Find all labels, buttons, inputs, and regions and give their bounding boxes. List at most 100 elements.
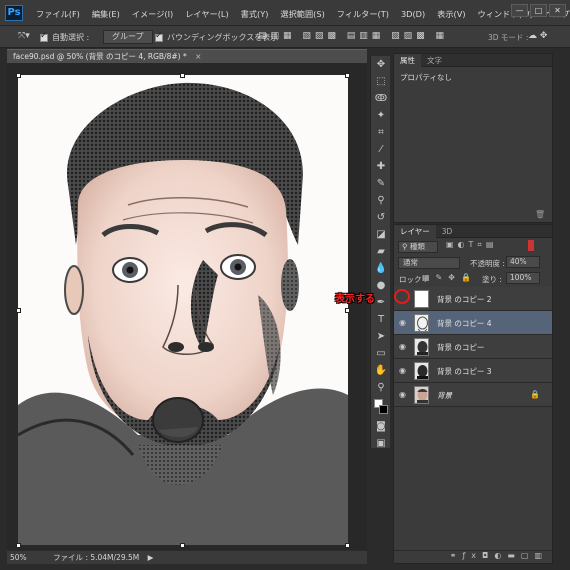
layer-filter-dropdown[interactable]: ⚲ 種類 xyxy=(398,241,438,253)
new-layer-icon[interactable]: ▢ xyxy=(521,551,535,560)
menu-view[interactable]: 表示(V) xyxy=(437,9,465,19)
type-tool-icon[interactable]: T xyxy=(371,311,391,328)
screen-mode-icon[interactable]: ▣ xyxy=(371,435,391,452)
close-tab-icon[interactable]: × xyxy=(195,52,201,61)
auto-select-checkbox[interactable] xyxy=(40,31,51,42)
layers-footer: ⚭ƒx◘◐▬▢▥ xyxy=(394,550,552,563)
hand-tool-icon[interactable]: ✋ xyxy=(371,362,391,379)
move-tool-icon[interactable]: ⤧▾ xyxy=(18,31,30,41)
canvas-image[interactable] xyxy=(18,75,348,545)
search-icon: ⚲ xyxy=(402,242,408,251)
menu-3d[interactable]: 3D(D) xyxy=(401,9,425,19)
menu-select[interactable]: 選択範囲(S) xyxy=(280,9,324,19)
tab-layers[interactable]: レイヤー xyxy=(394,225,436,238)
layers-tabs: レイヤー 3D xyxy=(394,225,552,238)
clone-stamp-icon[interactable]: ⚲ xyxy=(371,192,391,209)
marquee-tool-icon[interactable]: ⬚ xyxy=(371,73,391,90)
layer-name: 背景 のコピー 3 xyxy=(437,367,492,376)
trash-icon[interactable]: ▥ xyxy=(534,551,548,560)
tab-properties[interactable]: 属性 xyxy=(394,54,421,67)
status-arrow-icon[interactable]: ▶ xyxy=(148,553,154,562)
eye-icon[interactable]: ◉ xyxy=(399,319,409,327)
trash-icon[interactable]: 🗑 xyxy=(535,210,545,219)
tab-character[interactable]: 文字 xyxy=(421,54,448,67)
tools-panel: ✥ ⬚ ↂ ✦ ⌗ ⁄ ✚ ✎ ⚲ ↺ ◪ ▰ 💧 ● ✒ T ➤ ▭ ✋ ⚲ … xyxy=(370,56,391,449)
crop-tool-icon[interactable]: ⌗ xyxy=(371,124,391,141)
layer-row-selected[interactable]: ◉ 背景 のコピー 4 xyxy=(394,311,552,335)
align-icons[interactable]: ▤▥▦ ▧▨▩ ▤▥▦ ▧▨▩ ▦ xyxy=(258,31,448,41)
annotation-circle xyxy=(394,289,410,304)
transform-handle[interactable] xyxy=(16,73,21,78)
maximize-button[interactable]: □ xyxy=(530,4,547,17)
layer-name: 背景 のコピー 2 xyxy=(437,295,492,304)
menu-image[interactable]: イメージ(I) xyxy=(132,9,173,19)
adjustment-icon[interactable]: ◐ xyxy=(494,551,507,560)
eyedropper-icon[interactable]: ⁄ xyxy=(371,141,391,158)
layer-filter-icons[interactable]: ▣◐T⌗▤ xyxy=(446,240,498,250)
properties-content: プロパティなし xyxy=(400,73,453,82)
auto-select-dropdown[interactable]: グループ xyxy=(103,30,153,44)
menu-edit[interactable]: 編集(E) xyxy=(92,9,120,19)
blend-mode-dropdown[interactable]: 通常 xyxy=(398,257,460,269)
mask-icon[interactable]: ◘ xyxy=(482,551,494,560)
eye-icon[interactable]: ◉ xyxy=(399,391,409,399)
transform-handle[interactable] xyxy=(16,308,21,313)
filter-toggle[interactable] xyxy=(528,240,534,251)
transform-handle[interactable] xyxy=(345,308,350,313)
color-swatches[interactable] xyxy=(371,396,391,418)
eye-icon[interactable]: ◉ xyxy=(399,343,409,351)
menu-filter[interactable]: フィルター(T) xyxy=(337,9,389,19)
transform-handle[interactable] xyxy=(345,73,350,78)
opacity-label: 不透明度 : xyxy=(470,259,505,268)
layer-row[interactable]: ◉ 背景 のコピー xyxy=(394,335,552,359)
zoom-tool-icon[interactable]: ⚲ xyxy=(371,379,391,396)
minimize-button[interactable]: — xyxy=(511,4,528,17)
menu-file[interactable]: ファイル(F) xyxy=(36,9,80,19)
transform-handle[interactable] xyxy=(180,543,185,548)
quick-mask-icon[interactable]: ◙ xyxy=(371,418,391,435)
bounding-box-checkbox[interactable] xyxy=(155,31,166,42)
magic-wand-icon[interactable]: ✦ xyxy=(371,107,391,124)
tab-3d[interactable]: 3D xyxy=(436,225,459,238)
fx-icon[interactable]: ƒx xyxy=(462,551,482,560)
close-button[interactable]: ✕ xyxy=(549,4,566,17)
menu-type[interactable]: 書式(Y) xyxy=(241,9,269,19)
comic-face-artwork xyxy=(18,82,348,545)
3d-mode-label: 3D モード : xyxy=(488,33,529,42)
layer-row[interactable]: ◉ 背景 のコピー 3 xyxy=(394,359,552,383)
menu-layer[interactable]: レイヤー(L) xyxy=(185,9,228,19)
history-brush-icon[interactable]: ↺ xyxy=(371,209,391,226)
gradient-tool-icon[interactable]: ▰ xyxy=(371,243,391,260)
blur-tool-icon[interactable]: 💧 xyxy=(371,260,391,277)
layer-thumbnail xyxy=(414,314,429,332)
zoom-level[interactable]: 50% xyxy=(10,553,27,562)
menu-items: ファイル(F) 編集(E) イメージ(I) レイヤー(L) 書式(Y) 選択範囲(S) フィ… xyxy=(36,8,570,20)
properties-tabs: 属性 文字 xyxy=(394,54,552,67)
eraser-tool-icon[interactable]: ◪ xyxy=(371,226,391,243)
transform-handle[interactable] xyxy=(16,543,21,548)
link-icon[interactable]: ⚭ xyxy=(450,551,463,560)
layer-filter-value: 種類 xyxy=(409,242,425,251)
move-tool-icon[interactable]: ✥ xyxy=(371,56,391,73)
transform-handle[interactable] xyxy=(180,73,185,78)
lock-icon: 🔒 xyxy=(530,390,540,399)
shape-tool-icon[interactable]: ▭ xyxy=(371,345,391,362)
brush-tool-icon[interactable]: ✎ xyxy=(371,175,391,192)
opacity-input[interactable]: 40% xyxy=(506,256,540,268)
background-color[interactable] xyxy=(379,405,388,414)
path-select-icon[interactable]: ➤ xyxy=(371,328,391,345)
transform-handle[interactable] xyxy=(345,543,350,548)
layer-thumbnail xyxy=(414,362,429,380)
lock-icons[interactable]: ▦✎✥🔒 xyxy=(422,273,477,282)
fill-input[interactable]: 100% xyxy=(506,272,540,284)
layer-row[interactable]: ◉ 背景 🔒 xyxy=(394,383,552,407)
layer-thumbnail xyxy=(414,338,429,356)
document-tab[interactable]: face90.psd @ 50% (背景 のコピー 4, RGB/8#) * × xyxy=(7,49,367,63)
lasso-tool-icon[interactable]: ↂ xyxy=(371,90,391,107)
3d-mode-icons[interactable]: ☁ ✥ xyxy=(528,31,547,41)
layer-row[interactable]: 背景 のコピー 2 xyxy=(394,287,552,311)
eye-icon[interactable]: ◉ xyxy=(399,367,409,375)
annotation-label: 表示する xyxy=(335,294,375,305)
folder-icon[interactable]: ▬ xyxy=(507,551,521,560)
healing-brush-icon[interactable]: ✚ xyxy=(371,158,391,175)
